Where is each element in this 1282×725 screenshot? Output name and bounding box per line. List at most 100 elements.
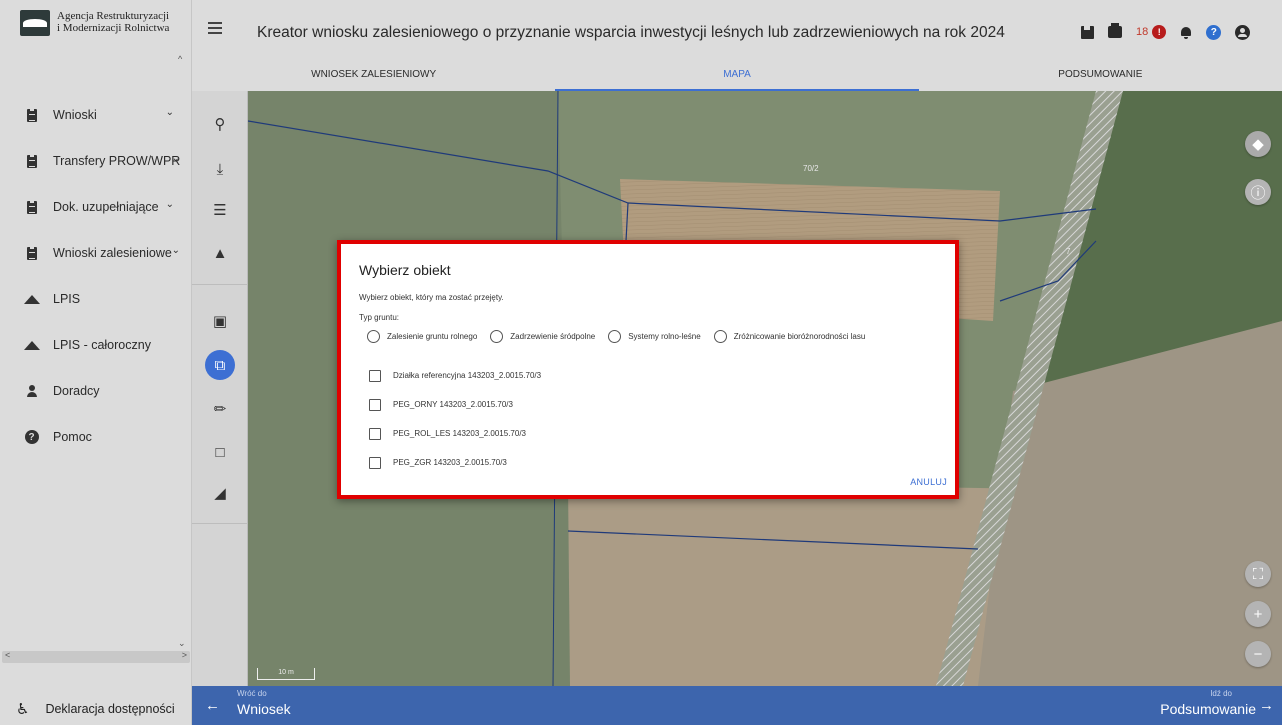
chevron-down-icon: ⌄ [171,153,180,164]
search-icon[interactable]: ⚲ [205,109,235,139]
question-icon: ? [1206,24,1222,40]
sidebar-item-label: Transfery PROW/WPR [53,154,181,168]
checkbox-label: Działka referencyjna 143203_2.0015.70/3 [393,371,542,380]
logo-text: Agencja Restrukturyzacji i Modernizacji … [57,10,169,34]
sidebar-horizontal-scrollbar[interactable]: < > [2,650,190,663]
checkbox[interactable] [369,427,381,440]
arrow-right-icon: → [1259,697,1274,714]
scroll-up-icon[interactable]: ^ [178,54,182,64]
radio-zroznicowanie[interactable]: Zróżnicowanie bioróżnorodności lasu [713,330,866,343]
tab-wniosek-zalesieniowy[interactable]: WNIOSEK ZALESIENIOWY [192,64,555,91]
page-title: Kreator wniosku zalesieniowego o przyzna… [257,24,1005,41]
accessibility-declaration-link[interactable]: ♿ Deklaracja dostępności [16,700,175,718]
sidebar: Agencja Restrukturyzacji i Modernizacji … [0,0,192,725]
radio-circle[interactable] [608,330,622,343]
dialog-subtitle: Wybierz obiekt, który ma zostać przejęty… [359,293,504,302]
checkbox[interactable] [369,398,381,411]
document-icon [24,245,39,260]
fullscreen-icon[interactable]: ⛶ [1245,561,1271,587]
radio-label: Zalesienie gruntu rolnego [387,332,478,341]
help-icon: ? [24,430,39,444]
tab-podsumowanie[interactable]: PODSUMOWANIE [919,64,1282,91]
zoom-out-icon[interactable]: − [1245,641,1271,667]
radio-circle[interactable] [490,330,504,343]
checkbox-peg-zgr[interactable]: PEG_ZGR 143203_2.0015.70/3 [369,448,541,477]
sidebar-item-label: Wnioski [53,108,97,122]
sidebar-item-dok-uzupelniajace[interactable]: Dok. uzupełniające ⌄ [0,184,192,230]
next-caption: Idź do [1210,689,1232,698]
scroll-right-icon[interactable]: > [182,650,187,660]
chevron-down-icon: ⌄ [165,199,174,210]
pencil-icon[interactable]: ✏ [205,394,235,424]
radio-circle[interactable] [713,330,727,343]
scroll-down-icon[interactable]: ⌄ [178,638,186,649]
top-bar: Kreator wniosku zalesieniowego o przyzna… [192,0,1282,64]
checkbox[interactable] [369,456,381,469]
layers-icon[interactable]: ◆ [1245,131,1271,157]
sidebar-item-pomoc[interactable]: ? Pomoc [0,414,192,460]
chevron-down-icon: ⌄ [171,245,180,256]
top-actions: 18 ! ? [1081,22,1251,42]
scroll-left-icon[interactable]: < [5,650,10,660]
back-caption: Wróć do [237,689,267,698]
checkbox-peg-orny[interactable]: PEG_ORNY 143203_2.0015.70/3 [369,390,541,419]
radio-circle[interactable] [367,330,380,343]
checkbox-label: PEG_ZGR 143203_2.0015.70/3 [393,458,507,467]
radio-zalesienie[interactable]: Zalesienie gruntu rolnego [367,330,477,343]
logo-line-2: i Modernizacji Rolnictwa [57,22,170,34]
notification-count: 18 [1136,26,1149,38]
toolbar-divider [192,284,248,285]
checkbox[interactable] [369,369,381,382]
radio-systemy-rolno-lesne[interactable]: Systemy rolno-leśne [608,330,701,343]
next-label: Podsumowanie [1160,701,1256,717]
list-icon[interactable]: ☰ [205,195,235,225]
chevron-down-icon: ⌄ [165,107,174,118]
select-object-dialog: Wybierz obiekt Wybierz obiekt, który ma … [337,240,959,499]
sidebar-item-lpis-caloroczny[interactable]: LPIS - całoroczny [0,322,192,368]
checkbox-peg-rol-les[interactable]: PEG_ROL_LES 143203_2.0015.70/3 [369,419,541,448]
notification-counter[interactable]: 18 ! [1136,25,1167,39]
document-icon [24,107,39,122]
checkbox-label: PEG_ROL_LES 143203_2.0015.70/3 [393,429,526,438]
help-button[interactable]: ? [1206,24,1222,40]
document-icon [24,153,39,168]
radio-zadrzewienie[interactable]: Zadrzewienie śródpolne [490,330,595,343]
radio-label: Systemy rolno-leśne [628,332,701,341]
measure-icon[interactable]: ◢ [205,478,235,508]
parcel-label: 7 [1066,247,1071,256]
sidebar-item-wnioski-zalesieniowe[interactable]: Wnioski zalesieniowe ⌄ [0,230,192,276]
object-checkbox-list: Działka referencyjna 143203_2.0015.70/3 … [369,361,541,477]
checkbox-dzialka-referencyjna[interactable]: Działka referencyjna 143203_2.0015.70/3 [369,361,541,390]
hamburger-menu-icon[interactable] [208,22,222,34]
take-object-icon[interactable]: ⧉ [205,350,235,380]
tab-mapa[interactable]: MAPA [555,64,919,91]
parcel-label: 70/2 [803,164,819,173]
sidebar-item-wnioski[interactable]: Wnioski ⌄ [0,92,192,138]
save-icon[interactable] [1081,25,1094,39]
sidebar-item-transfery[interactable]: Transfery PROW/WPR ⌄ [0,138,192,184]
arimr-logo[interactable]: Agencja Restrukturyzacji i Modernizacji … [20,10,186,44]
mountain-icon [23,340,40,350]
zoom-in-icon[interactable]: + [1245,601,1271,627]
sidebar-item-lpis[interactable]: LPIS [0,276,192,322]
map-toolbar: ⚲ ⤓ ☰ ▲ ▣ ⧉ ✏ □ ◢ [192,91,248,686]
select-area-icon[interactable]: ▣ [205,306,235,336]
alert-icon: ! [1152,25,1167,39]
download-icon[interactable]: ⤓ [205,154,235,184]
sidebar-item-label: Wnioski zalesieniowe [53,246,172,260]
forest-icon[interactable]: ▲ [205,238,235,268]
cancel-button[interactable]: ANULUJ [910,477,947,487]
bell-icon[interactable] [1180,26,1192,39]
sidebar-item-doradcy[interactable]: Doradcy [0,368,192,414]
info-icon[interactable]: ⓘ [1245,179,1271,205]
rectangle-select-icon[interactable]: □ [205,437,235,467]
account-icon[interactable] [1235,24,1251,40]
person-icon [24,385,39,397]
accessibility-icon: ♿ [16,701,30,718]
sidebar-item-label: Pomoc [53,430,92,444]
land-type-label: Typ gruntu: [359,313,400,322]
toolbar-divider [192,523,248,524]
land-type-radio-group: Zalesienie gruntu rolnego Zadrzewienie ś… [367,330,878,343]
radio-label: Zróżnicowanie bioróżnorodności lasu [733,332,866,341]
print-icon[interactable] [1108,23,1122,38]
